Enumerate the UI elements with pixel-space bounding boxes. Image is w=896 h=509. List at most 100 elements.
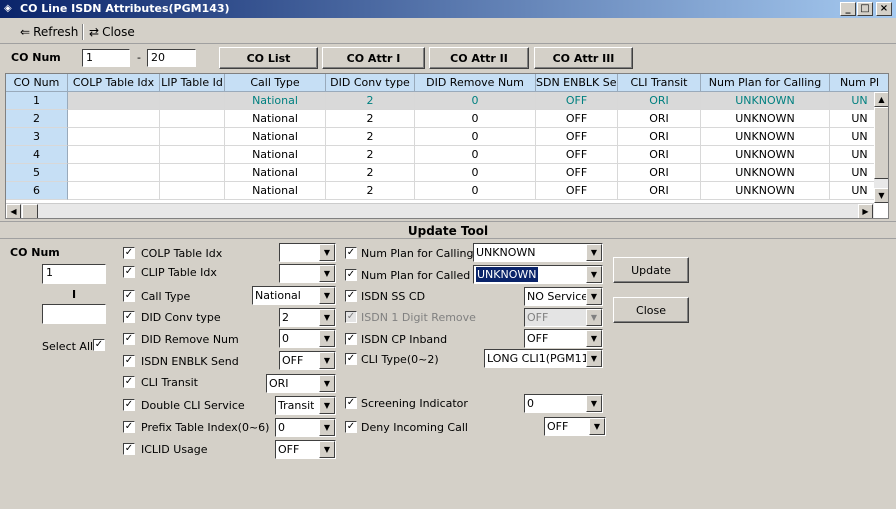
cell-lip-table-id[interactable] (160, 146, 225, 164)
co-num-to-input[interactable]: 20 (147, 49, 196, 67)
cell-num-plan-calling[interactable]: UNKNOWN (701, 110, 830, 128)
cell-call-type[interactable]: National (225, 146, 326, 164)
cell-num-plan-calling[interactable]: UNKNOWN (701, 146, 830, 164)
cell-num-plan-calling[interactable]: UNKNOWN (701, 92, 830, 110)
cell-colp-table-idx[interactable] (68, 92, 160, 110)
cell-call-type[interactable]: National (225, 128, 326, 146)
isdn-cp-inband-select[interactable]: OFF ▼ (524, 329, 603, 348)
column-header-sdn-enblk-send[interactable]: SDN ENBLK Send (536, 74, 618, 92)
cell-lip-table-id[interactable] (160, 110, 225, 128)
chevron-down-icon[interactable]: ▼ (589, 418, 605, 435)
column-header-lip-table-id[interactable]: LIP Table Id (160, 74, 225, 92)
cell-sdn-enblk-send[interactable]: OFF (536, 146, 618, 164)
cell-call-type[interactable]: National (225, 164, 326, 182)
column-header-call-type[interactable]: Call Type (225, 74, 326, 92)
isdn-cp-inband-checkbox[interactable]: ✓ (345, 333, 357, 345)
co-attr-1-button[interactable]: CO Attr I (322, 47, 425, 69)
maximize-button[interactable]: □ (857, 2, 873, 16)
cell-sdn-enblk-send[interactable]: OFF (536, 92, 618, 110)
num-plan-calling-checkbox[interactable]: ✓ (345, 247, 357, 259)
cli-transit-select[interactable]: ORI ▼ (266, 374, 336, 393)
chevron-down-icon[interactable]: ▼ (586, 330, 602, 347)
prefix-table-index-select[interactable]: 0 ▼ (275, 418, 336, 437)
cell-cli-transit[interactable]: ORI (618, 128, 701, 146)
scroll-down-icon[interactable]: ▼ (874, 188, 888, 203)
cell-lip-table-id[interactable] (160, 92, 225, 110)
cell-colp-table-idx[interactable] (68, 146, 160, 164)
cell-co-num[interactable]: 2 (6, 110, 68, 128)
cell-cli-transit[interactable]: ORI (618, 92, 701, 110)
scroll-up-icon[interactable]: ▲ (874, 92, 888, 107)
cell-colp-table-idx[interactable] (68, 110, 160, 128)
isdn-enblk-send-select[interactable]: OFF ▼ (279, 351, 336, 370)
cell-did-conv-type[interactable]: 2 (326, 182, 415, 200)
vertical-scrollbar[interactable]: ▲ ▼ (874, 92, 888, 203)
cell-cli-transit[interactable]: ORI (618, 164, 701, 182)
cell-lip-table-id[interactable] (160, 164, 225, 182)
cell-did-conv-type[interactable]: 2 (326, 110, 415, 128)
did-conv-type-select[interactable]: 2 ▼ (279, 308, 336, 327)
update-co-from-input[interactable]: 1 (42, 264, 106, 284)
column-header-num-plan-calling[interactable]: Num Plan for Calling (701, 74, 830, 92)
clip-table-idx-select[interactable]: ▼ (279, 264, 336, 283)
cli-type-checkbox[interactable]: ✓ (345, 353, 357, 365)
double-cli-service-select[interactable]: Transit ▼ (275, 396, 336, 415)
clip-table-idx-checkbox[interactable]: ✓ (123, 266, 135, 278)
close-window-button[interactable]: × (876, 2, 892, 16)
cell-co-num[interactable]: 5 (6, 164, 68, 182)
call-type-checkbox[interactable]: ✓ (123, 290, 135, 302)
chevron-down-icon[interactable]: ▼ (319, 330, 335, 347)
chevron-down-icon[interactable]: ▼ (319, 375, 335, 392)
cell-co-num[interactable]: 3 (6, 128, 68, 146)
column-header-cli-transit[interactable]: CLI Transit (618, 74, 701, 92)
cell-cli-transit[interactable]: ORI (618, 182, 701, 200)
num-plan-called-checkbox[interactable]: ✓ (345, 269, 357, 281)
did-conv-type-checkbox[interactable]: ✓ (123, 311, 135, 323)
cell-did-conv-type[interactable]: 2 (326, 128, 415, 146)
close-button[interactable]: ⇄ Close (89, 23, 135, 41)
chevron-down-icon[interactable]: ▼ (319, 287, 335, 304)
num-plan-calling-select[interactable]: UNKNOWN ▼ (473, 243, 603, 262)
minimize-button[interactable]: _ (840, 2, 856, 16)
iclid-usage-checkbox[interactable]: ✓ (123, 443, 135, 455)
cli-transit-checkbox[interactable]: ✓ (123, 376, 135, 388)
cli-type-select[interactable]: LONG CLI1(PGM114-▼ (484, 349, 603, 368)
cell-sdn-enblk-send[interactable]: OFF (536, 110, 618, 128)
cell-did-remove-num[interactable]: 0 (415, 128, 536, 146)
screening-indicator-select[interactable]: 0 ▼ (524, 394, 603, 413)
num-plan-called-select[interactable]: UNKNOWN ▼ (473, 265, 603, 284)
cell-did-remove-num[interactable]: 0 (415, 146, 536, 164)
vertical-scroll-thumb[interactable] (874, 107, 888, 179)
scroll-left-icon[interactable]: ◀ (6, 204, 21, 218)
co-attr-3-button[interactable]: CO Attr III (534, 47, 633, 69)
cell-did-remove-num[interactable]: 0 (415, 110, 536, 128)
cell-did-remove-num[interactable]: 0 (415, 164, 536, 182)
scroll-right-icon[interactable]: ▶ (858, 204, 873, 218)
cell-co-num[interactable]: 6 (6, 182, 68, 200)
cell-cli-transit[interactable]: ORI (618, 110, 701, 128)
cell-colp-table-idx[interactable] (68, 182, 160, 200)
cell-lip-table-id[interactable] (160, 128, 225, 146)
column-header-did-remove-num[interactable]: DID Remove Num (415, 74, 536, 92)
column-header-did-conv-type[interactable]: DID Conv type (326, 74, 415, 92)
table-row[interactable]: 1 National 2 0 OFF ORI UNKNOWN UN (6, 92, 888, 110)
did-remove-num-select[interactable]: 0 ▼ (279, 329, 336, 348)
cell-sdn-enblk-send[interactable]: OFF (536, 164, 618, 182)
chevron-down-icon[interactable]: ▼ (319, 244, 335, 261)
column-header-co-num[interactable]: CO Num (6, 74, 68, 92)
chevron-down-icon[interactable]: ▼ (319, 441, 335, 458)
horizontal-scroll-thumb[interactable] (22, 204, 38, 218)
chevron-down-icon[interactable]: ▼ (586, 395, 602, 412)
isdn-enblk-send-checkbox[interactable]: ✓ (123, 355, 135, 367)
chevron-down-icon[interactable]: ▼ (586, 350, 602, 367)
cell-num-plan-calling[interactable]: UNKNOWN (701, 128, 830, 146)
cell-did-conv-type[interactable]: 2 (326, 146, 415, 164)
update-button[interactable]: Update (613, 257, 689, 283)
cell-sdn-enblk-send[interactable]: OFF (536, 128, 618, 146)
cell-co-num[interactable]: 4 (6, 146, 68, 164)
cell-colp-table-idx[interactable] (68, 164, 160, 182)
cell-sdn-enblk-send[interactable]: OFF (536, 182, 618, 200)
did-remove-num-checkbox[interactable]: ✓ (123, 333, 135, 345)
column-header-num-plan-called[interactable]: Num Pl (830, 74, 888, 92)
cell-num-plan-calling[interactable]: UNKNOWN (701, 164, 830, 182)
